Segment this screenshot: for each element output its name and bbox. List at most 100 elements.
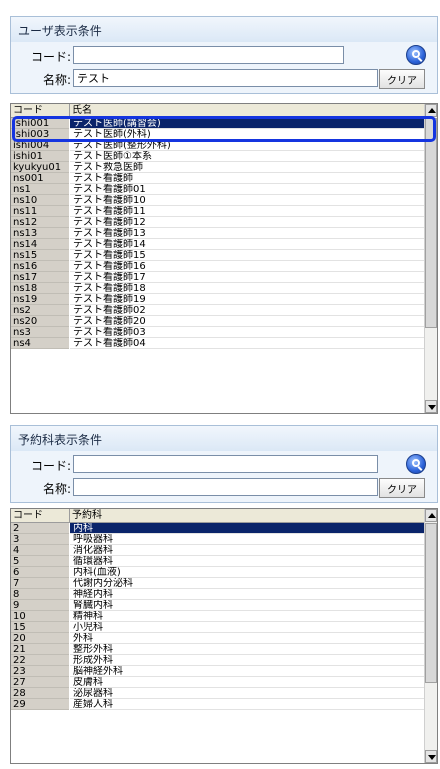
row-name: 消化器科 <box>70 545 425 556</box>
row-name: テスト看護師01 <box>70 184 425 195</box>
user-clear-button[interactable]: クリア <box>379 69 425 89</box>
row-name: 神経内科 <box>70 589 425 600</box>
row-name: テスト医師(講習会) <box>70 118 425 129</box>
user-list-row[interactable]: ns10 テスト看護師10 <box>11 195 425 206</box>
row-name: テスト看護師04 <box>70 338 425 349</box>
user-list-row[interactable]: ns15 テスト看護師15 <box>11 250 425 261</box>
row-name: 産婦人科 <box>70 699 425 710</box>
row-name: 代謝内分泌科 <box>70 578 425 589</box>
dept-list-row[interactable]: 10 精神科 <box>11 611 425 622</box>
row-code: 27 <box>11 677 69 688</box>
dept-list-scrollbar[interactable] <box>424 509 437 763</box>
row-name: テスト看護師14 <box>70 239 425 250</box>
user-list-row[interactable]: ns12 テスト看護師12 <box>11 217 425 228</box>
scroll-down-icon[interactable] <box>425 750 437 763</box>
user-col-name[interactable]: 氏名 <box>70 104 425 118</box>
user-search-button[interactable] <box>406 45 426 65</box>
user-col-code[interactable]: コード <box>11 104 70 118</box>
scroll-up-icon[interactable] <box>425 104 437 117</box>
dept-list-row[interactable]: 5 循環器科 <box>11 556 425 567</box>
dept-list-row[interactable]: 23 脳神経外科 <box>11 666 425 677</box>
user-name-input[interactable] <box>73 69 378 87</box>
row-name: 脳神経外科 <box>70 666 425 677</box>
row-name: テスト救急医師 <box>70 162 425 173</box>
row-code: 23 <box>11 666 69 677</box>
dept-name-label: 名称: <box>42 482 71 496</box>
dept-list-row[interactable]: 21 整形外科 <box>11 644 425 655</box>
row-code: 5 <box>11 556 69 567</box>
dept-list-row[interactable]: 15 小児科 <box>11 622 425 633</box>
dept-list: コード 予約科 2 内科 3 呼吸器科 4 消化器科 5 循環器科 6 内科(血液) 7 代謝内分泌科… <box>10 508 438 764</box>
scroll-thumb[interactable] <box>425 118 437 328</box>
dept-name-input[interactable] <box>73 478 378 496</box>
dept-list-row[interactable]: 28 泌尿器科 <box>11 688 425 699</box>
row-code: ishi001 <box>11 118 69 129</box>
row-name: テスト医師①本系 <box>70 151 425 162</box>
user-list-row[interactable]: ns001 テスト看護師 <box>11 173 425 184</box>
dept-list-row[interactable]: 2 内科 <box>11 523 425 534</box>
row-code: 9 <box>11 600 69 611</box>
dept-list-row[interactable]: 3 呼吸器科 <box>11 534 425 545</box>
row-code: ns1 <box>11 184 69 195</box>
row-name: 小児科 <box>70 622 425 633</box>
dept-code-label: コード: <box>30 459 71 473</box>
dept-code-input[interactable] <box>73 455 378 473</box>
user-list-scrollbar[interactable] <box>424 104 437 413</box>
row-name: 内科 <box>70 523 425 534</box>
user-list-row[interactable]: kyukyu01 テスト救急医師 <box>11 162 425 173</box>
dept-list-row[interactable]: 20 外科 <box>11 633 425 644</box>
row-code: ns19 <box>11 294 69 305</box>
row-name: テスト看護師11 <box>70 206 425 217</box>
user-list-row[interactable]: ns17 テスト看護師17 <box>11 272 425 283</box>
user-list-row[interactable]: ns2 テスト看護師02 <box>11 305 425 316</box>
row-code: 21 <box>11 644 69 655</box>
user-list-row[interactable]: ns20 テスト看護師20 <box>11 316 425 327</box>
user-list-row[interactable]: ishi001 テスト医師(講習会) <box>11 118 425 129</box>
user-list-row[interactable]: ns11 テスト看護師11 <box>11 206 425 217</box>
row-code: ns4 <box>11 338 69 349</box>
user-list-row[interactable]: ns14 テスト看護師14 <box>11 239 425 250</box>
row-name: テスト看護師16 <box>70 261 425 272</box>
user-filter-title: ユーザ表示条件 <box>10 16 438 42</box>
row-code: ns12 <box>11 217 69 228</box>
dept-filter-title: 予約科表示条件 <box>10 425 438 451</box>
user-list-row[interactable]: ns19 テスト看護師19 <box>11 294 425 305</box>
scroll-down-icon[interactable] <box>425 400 437 413</box>
row-name: テスト看護師17 <box>70 272 425 283</box>
user-list-row[interactable]: ishi003 テスト医師(外科) <box>11 129 425 140</box>
row-name: テスト看護師02 <box>70 305 425 316</box>
row-code: 4 <box>11 545 69 556</box>
row-name: 腎臓内科 <box>70 600 425 611</box>
user-list-row[interactable]: ishi01 テスト医師①本系 <box>11 151 425 162</box>
dept-list-row[interactable]: 9 腎臓内科 <box>11 600 425 611</box>
user-list-row[interactable]: ishi004 テスト医師(整形外科) <box>11 140 425 151</box>
dept-col-name[interactable]: 予約科 <box>70 509 425 523</box>
row-code: ns3 <box>11 327 69 338</box>
user-code-input[interactable] <box>73 46 344 64</box>
dept-list-row[interactable]: 4 消化器科 <box>11 545 425 556</box>
dept-search-button[interactable] <box>406 454 426 474</box>
scroll-up-icon[interactable] <box>425 509 437 522</box>
user-list-row[interactable]: ns3 テスト看護師03 <box>11 327 425 338</box>
dept-list-row[interactable]: 6 内科(血液) <box>11 567 425 578</box>
row-name: テスト看護師18 <box>70 283 425 294</box>
dept-list-row[interactable]: 29 産婦人科 <box>11 699 425 710</box>
user-list-row[interactable]: ns13 テスト看護師13 <box>11 228 425 239</box>
dept-clear-button[interactable]: クリア <box>379 478 425 498</box>
row-code: 15 <box>11 622 69 633</box>
dept-col-code[interactable]: コード <box>11 509 70 523</box>
user-list-row[interactable]: ns16 テスト看護師16 <box>11 261 425 272</box>
dept-list-row[interactable]: 22 形成外科 <box>11 655 425 666</box>
row-name: テスト看護師03 <box>70 327 425 338</box>
dept-list-row[interactable]: 27 皮膚科 <box>11 677 425 688</box>
row-code: ishi004 <box>11 140 69 151</box>
row-code: 2 <box>11 523 69 534</box>
row-code: ns16 <box>11 261 69 272</box>
scroll-thumb[interactable] <box>425 523 437 683</box>
user-list-row[interactable]: ns4 テスト看護師04 <box>11 338 425 349</box>
user-list-row[interactable]: ns18 テスト看護師18 <box>11 283 425 294</box>
dept-list-row[interactable]: 8 神経内科 <box>11 589 425 600</box>
user-list-row[interactable]: ns1 テスト看護師01 <box>11 184 425 195</box>
dept-list-row[interactable]: 7 代謝内分泌科 <box>11 578 425 589</box>
row-code: kyukyu01 <box>11 162 69 173</box>
